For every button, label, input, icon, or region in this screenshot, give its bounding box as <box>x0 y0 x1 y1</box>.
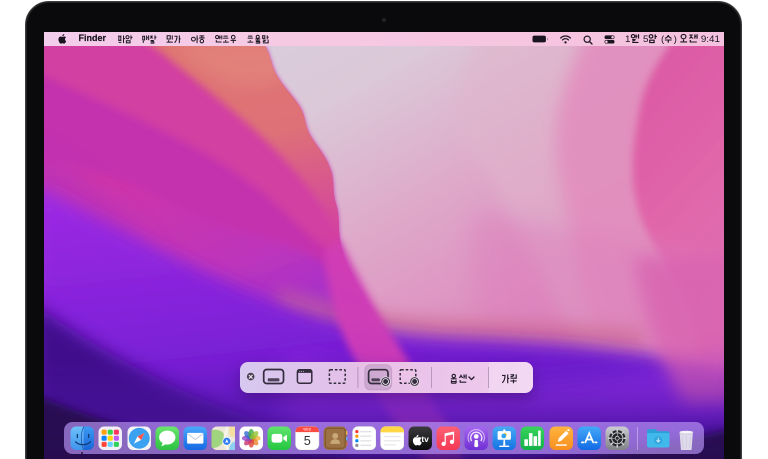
svg-text:(: ( <box>660 34 664 45</box>
svg-text:5: 5 <box>642 34 647 45</box>
svg-text:9:41: 9:41 <box>700 34 719 45</box>
svg-text:5: 5 <box>304 433 311 448</box>
svg-text:WED: WED <box>304 427 312 431</box>
svg-text:tv: tv <box>421 434 429 444</box>
svg-text:): ) <box>673 34 676 45</box>
svg-text:1: 1 <box>625 34 630 45</box>
